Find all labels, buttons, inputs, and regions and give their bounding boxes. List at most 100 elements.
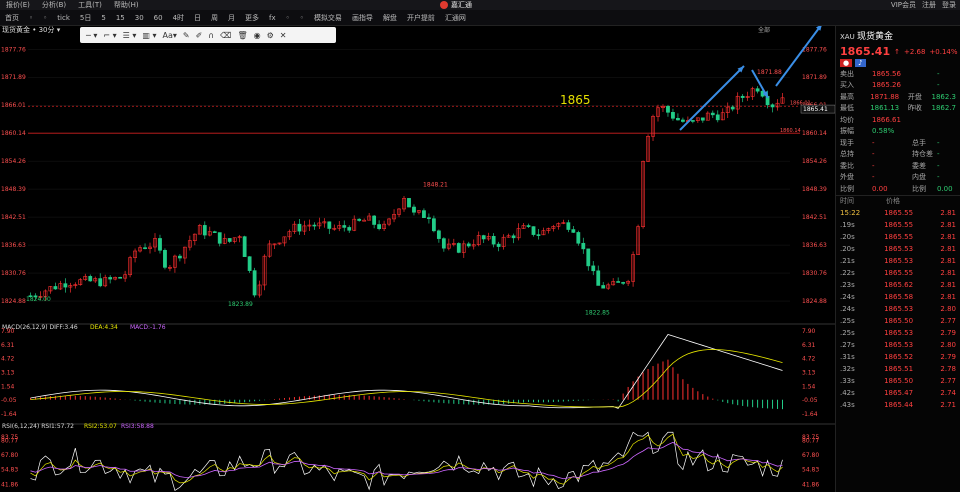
- macd-tick: 4.72: [1, 356, 15, 363]
- eye-icon[interactable]: ◉: [252, 31, 263, 40]
- tick-row: .20s 1865.55 2.81: [836, 231, 960, 243]
- menu-right-item[interactable]: 注册: [922, 0, 936, 10]
- menu-item[interactable]: 帮助(H): [108, 0, 145, 10]
- toolbar-item[interactable]: 日: [189, 13, 206, 23]
- price-tick-left: 1860.14: [1, 130, 26, 137]
- price-tick-right: 1860.14: [802, 130, 827, 137]
- candle-body: [217, 232, 222, 244]
- toolbar-item[interactable]: 更多: [240, 13, 264, 23]
- toolbar-item[interactable]: 60: [149, 14, 168, 22]
- quote-value-2: -: [937, 150, 940, 159]
- toolbar-item[interactable]: ◦: [281, 14, 295, 22]
- toolbar-item[interactable]: 30: [130, 14, 149, 22]
- price-chart[interactable]: 现货黄金 • 30分 ▾ 全部1877.76 1877.761871.89 1871.…: [0, 23, 836, 492]
- gear-icon[interactable]: ⚙: [265, 31, 276, 40]
- quote-panel: XAU 现货黄金 1865.41 ↑ +2.68 +0.14% ● ♪ 卖出 1865.5…: [835, 26, 960, 492]
- pen-icon[interactable]: ✐: [194, 31, 205, 40]
- rsi-tick: 41.86: [1, 481, 18, 488]
- menu-item[interactable]: 分析(B): [36, 0, 72, 10]
- candle-body: [143, 247, 147, 249]
- price-tick-left: 1848.39: [1, 186, 26, 193]
- magnet-icon[interactable]: ∩: [206, 31, 216, 40]
- candle-body: [227, 238, 232, 242]
- candle-body: [53, 286, 58, 290]
- candle-body: [212, 231, 217, 233]
- rsi-tick: 54.83: [1, 467, 18, 474]
- candle-body: [596, 270, 601, 286]
- macd-tick: -1.64: [1, 411, 17, 418]
- quote-label: 总持: [840, 150, 854, 159]
- toolbar-item[interactable]: 5日: [75, 13, 96, 23]
- macd-tick: 6.31: [1, 342, 15, 349]
- quote-label: 最高: [840, 92, 854, 101]
- candle-body: [431, 218, 436, 232]
- toolbar-item[interactable]: ◦: [38, 14, 52, 22]
- price-annotation: 1848.21: [423, 182, 448, 189]
- rsi-label: RSI(6,12,24) RSI1:57.72: [2, 423, 74, 430]
- rsi-tick-right: 54.83: [802, 467, 819, 474]
- menu-item[interactable]: 报价(E): [0, 0, 36, 10]
- toolbar-item[interactable]: tick: [52, 14, 75, 22]
- eraser-icon[interactable]: ⌫: [218, 31, 233, 40]
- last-price-row: 1865.41 ↑ +2.68 +0.14%: [836, 45, 960, 58]
- candle-body: [730, 106, 735, 110]
- candle-body: [676, 118, 680, 121]
- bell-icon[interactable]: ♪: [855, 59, 866, 67]
- tick-change: 2.81: [940, 208, 956, 217]
- tick-row: .27s 1865.53 2.80: [836, 339, 960, 351]
- ticks-list: 15:22 1865.55 2.81 .19s 1865.55 2.81 .20s 1865.…: [836, 207, 960, 411]
- candle-body: [700, 117, 705, 121]
- candle-body: [297, 223, 302, 232]
- toolbar-item[interactable]: ◦: [24, 14, 38, 22]
- menu-right-item[interactable]: 登录: [942, 0, 956, 10]
- text-tool-icon[interactable]: Aa▾: [161, 31, 179, 40]
- toolbar-item[interactable]: 开户提前: [402, 13, 440, 23]
- tick-row: .23s 1865.62 2.81: [836, 279, 960, 291]
- toolbar-item[interactable]: ◦: [295, 14, 309, 22]
- close-icon[interactable]: ✕: [278, 31, 289, 40]
- toolbar-item[interactable]: 15: [111, 14, 130, 22]
- trash-icon[interactable]: 🗑: [235, 31, 249, 40]
- toolbar-item[interactable]: fx: [264, 14, 281, 22]
- toolbar-item[interactable]: 周: [206, 13, 223, 23]
- tick-time: .19s: [840, 220, 855, 229]
- bars-tool-icon[interactable]: ▥ ▾: [140, 31, 158, 40]
- tick-change: 2.78: [940, 364, 956, 373]
- pencil-icon[interactable]: ✎: [181, 31, 192, 40]
- fib-tool-icon[interactable]: ☰ ▾: [121, 31, 139, 40]
- tick-row: .32s 1865.51 2.78: [836, 363, 960, 375]
- tick-price: 1865.55: [884, 268, 914, 277]
- quote-label: 外盘: [840, 173, 854, 182]
- ticks-header: 时间 价格: [836, 194, 960, 207]
- candle-body: [616, 281, 621, 283]
- tick-price: 1865.55: [884, 220, 914, 229]
- alert-button[interactable]: ●: [840, 59, 853, 67]
- toolbar: 首页 ◦ ◦ tick 5日 5 15 30 60 4时日周月更多 fx ◦ ◦ 模拟交易 画指导 解盘 开户提…: [0, 10, 960, 26]
- tick-price: 1865.53: [884, 244, 914, 253]
- toolbar-item[interactable]: 画指导: [347, 13, 378, 23]
- macd-tick-right: -1.64: [802, 411, 818, 418]
- menu-item[interactable]: 工具(T): [72, 0, 108, 10]
- toolbar-item[interactable]: 5: [96, 14, 110, 22]
- macd-tick: -0.05: [1, 397, 17, 404]
- toolbar-item[interactable]: 月: [223, 13, 240, 23]
- candle-body: [163, 249, 167, 268]
- toolbar-item[interactable]: 解盘: [378, 13, 402, 23]
- crop-tool-icon[interactable]: ⌐ ▾: [101, 31, 118, 40]
- menu-right-item[interactable]: VIP会员: [891, 0, 916, 10]
- line-tool-icon[interactable]: ─ ▾: [84, 31, 99, 40]
- quote-row: 委比 - 委差 -: [836, 160, 960, 172]
- quote-value-2: -: [937, 69, 940, 78]
- toolbar-item[interactable]: 首页: [0, 13, 24, 23]
- toolbar-item[interactable]: 汇通网: [440, 13, 471, 23]
- tick-change: 2.81: [940, 280, 956, 289]
- brand-title: 嘉汇通: [451, 1, 472, 9]
- chart-area[interactable]: 现货黄金 • 30分 ▾ 全部 1877.76 1877.76 1871.89 1871.…: [0, 23, 836, 492]
- candle-body: [536, 234, 541, 236]
- quote-value: 0.58%: [872, 127, 895, 136]
- macd-tick-right: 4.72: [802, 356, 816, 363]
- price-annotation: 1823.89: [228, 301, 253, 308]
- candle-body: [511, 235, 516, 239]
- toolbar-item[interactable]: 模拟交易: [309, 13, 347, 23]
- toolbar-item[interactable]: 4时: [168, 13, 189, 23]
